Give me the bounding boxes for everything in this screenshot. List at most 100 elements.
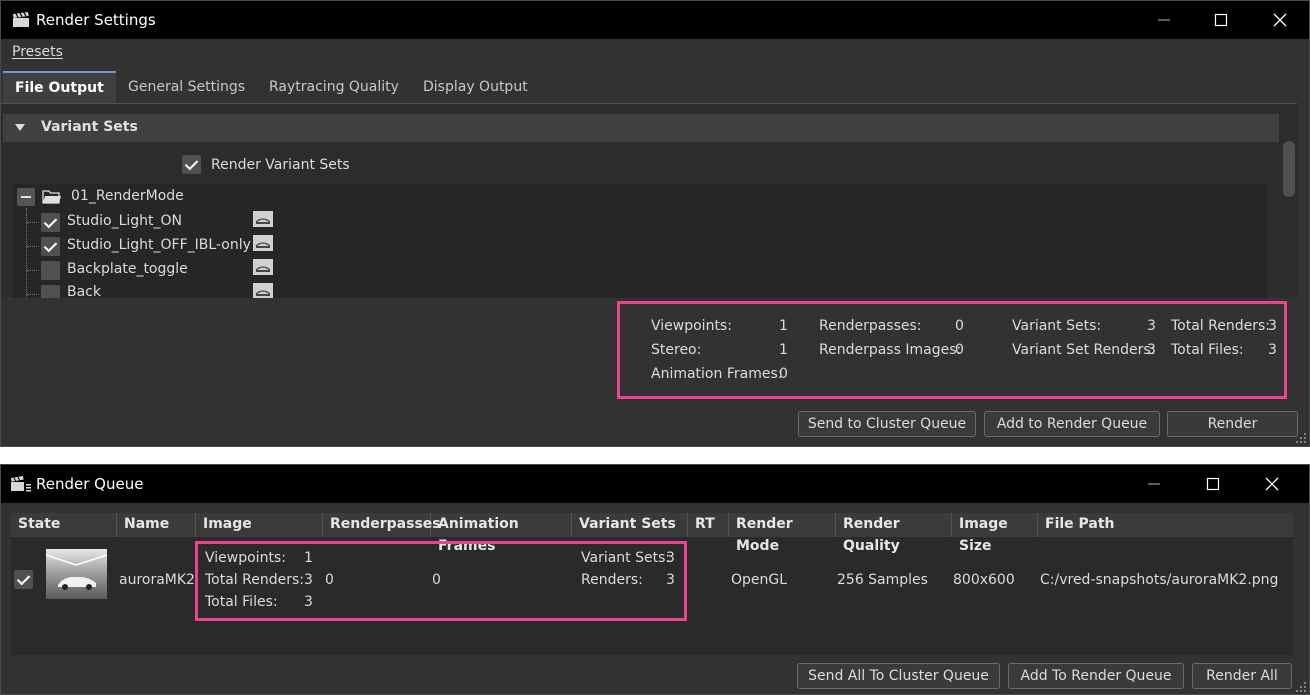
file-output-panel: Variant Sets Render Variant Sets 01_Rend… [1,103,1297,298]
tab-raytracing-quality[interactable]: Raytracing Quality [257,71,411,103]
column-header-image-size[interactable]: Image Size [952,513,1038,554]
tab-general-settings[interactable]: General Settings [116,71,257,103]
row-name: auroraMK2 [119,572,195,588]
stat-value: 0 [955,342,964,358]
variant-checkbox[interactable] [41,285,60,298]
close-icon [1273,13,1287,27]
render-settings-window: Render Settings Presets File Output Gene… [0,0,1310,447]
car-thumbnail-icon [46,549,107,599]
resize-grip-icon[interactable] [1295,681,1307,693]
close-button[interactable] [1251,1,1309,39]
tree-line [27,222,39,223]
maximize-icon [1206,477,1220,491]
variant-thumbnail-icon [253,259,273,275]
render-queue-table: State Name Image Renderpasses Animation … [11,513,1293,655]
variant-checkbox[interactable] [41,261,60,280]
stat-value: 0 [779,366,788,382]
minimize-button[interactable] [1135,1,1193,39]
stat-value: 1 [779,342,788,358]
variant-tree: 01_RenderMode Studio_Light_ON Studio_Lig… [13,184,1267,298]
tab-display-output[interactable]: Display Output [411,71,540,103]
column-header-name[interactable]: Name [117,513,196,537]
stat-label: Stereo: [651,342,702,358]
vertical-scrollbar[interactable] [1283,141,1295,197]
menu-presets[interactable]: Presets [12,44,63,60]
stat-value: 3 [1268,342,1277,358]
column-header-animation-frames[interactable]: Animation Frames [431,513,572,554]
stat-value: 0 [955,318,964,334]
maximize-button[interactable] [1184,465,1242,503]
render-queue-icon [11,476,31,492]
tree-line [27,270,39,271]
add-to-render-queue-button[interactable]: Add To Render Queue [1008,663,1184,689]
stat-value: 3 [1147,318,1156,334]
tree-line [27,246,39,247]
stat-label: Total Files: [1171,342,1244,358]
tab-bar: File Output General Settings Raytracing … [1,71,1309,103]
render-all-button[interactable]: Render All [1192,663,1292,689]
variant-label[interactable]: Back [67,284,101,298]
render-queue-window: Render Queue State Name Image Renderpass… [0,464,1310,695]
variant-checkbox[interactable] [41,237,60,256]
table-header: State Name Image Renderpasses Animation … [11,513,1293,554]
variant-label[interactable]: Studio_Light_OFF_IBL-only [67,237,251,253]
title-bar[interactable]: Render Settings [1,1,1309,39]
stat-label: Renderpasses: [819,318,922,334]
clapperboard-icon [13,12,29,27]
collapse-triangle-icon[interactable] [15,124,25,131]
row-file-path: C:/vred-snapshots/auroraMK2.png [1040,572,1279,588]
send-all-to-cluster-queue-button[interactable]: Send All To Cluster Queue [797,663,1000,689]
variant-sets-section-header[interactable]: Variant Sets [3,114,1279,142]
column-header-state[interactable]: State [11,513,117,537]
variant-label[interactable]: Studio_Light_ON [67,213,182,229]
column-header-rt[interactable]: RT [688,513,729,537]
tab-file-output[interactable]: File Output [3,71,116,103]
render-button[interactable]: Render [1167,411,1298,437]
maximize-icon [1214,13,1228,27]
stat-label: Total Renders: [1171,318,1270,334]
variant-thumbnail-icon [253,235,273,251]
add-to-render-queue-button[interactable]: Add to Render Queue [984,411,1160,437]
minimize-icon [1158,19,1170,21]
maximize-button[interactable] [1192,1,1250,39]
resize-grip-icon[interactable] [1295,432,1307,444]
stat-label: Viewpoints: [651,318,732,334]
image-summary-highlight [195,541,687,621]
stat-label: Animation Frames: [651,366,783,382]
close-button[interactable] [1243,465,1301,503]
variant-thumbnail-icon [253,211,273,227]
send-to-cluster-queue-button[interactable]: Send to Cluster Queue [798,411,976,437]
column-header-render-quality[interactable]: Render Quality [836,513,952,554]
row-render-quality: 256 Samples [837,572,928,588]
close-icon [1265,477,1279,491]
row-state-checkbox[interactable] [14,570,33,589]
window-title: Render Queue [36,475,144,493]
render-summary-box: Viewpoints: 1 Stereo: 1 Animation Frames… [617,301,1287,399]
window-title: Render Settings [36,11,156,29]
column-header-render-mode[interactable]: Render Mode [729,513,836,554]
tree-group-label[interactable]: 01_RenderMode [71,188,184,204]
column-header-renderpasses[interactable]: Renderpasses [323,513,441,537]
folder-open-icon [42,190,61,204]
column-header-variant-sets[interactable]: Variant Sets [572,513,688,537]
row-image-size: 800x600 [953,572,1015,588]
tree-line [27,294,39,295]
variant-label[interactable]: Backplate_toggle [67,261,188,277]
render-variant-sets-checkbox[interactable] [182,155,201,174]
minimize-button[interactable] [1125,465,1183,503]
minimize-icon [1148,483,1160,485]
menu-bar: Presets [1,39,1309,67]
variant-checkbox[interactable] [41,213,60,232]
column-header-image[interactable]: Image [196,513,323,537]
row-render-mode: OpenGL [731,572,788,588]
section-title: Variant Sets [41,119,138,135]
stat-label: Variant Set Renders: [1012,342,1156,358]
stat-value: 3 [1147,342,1156,358]
stat-label: Variant Sets: [1012,318,1102,334]
collapse-group-button[interactable] [17,188,35,206]
stat-value: 1 [779,318,788,334]
stat-label: Renderpass Images: [819,342,962,358]
column-header-file-path[interactable]: File Path [1038,513,1293,537]
variant-thumbnail-icon [253,283,273,298]
title-bar[interactable]: Render Queue [1,465,1309,503]
